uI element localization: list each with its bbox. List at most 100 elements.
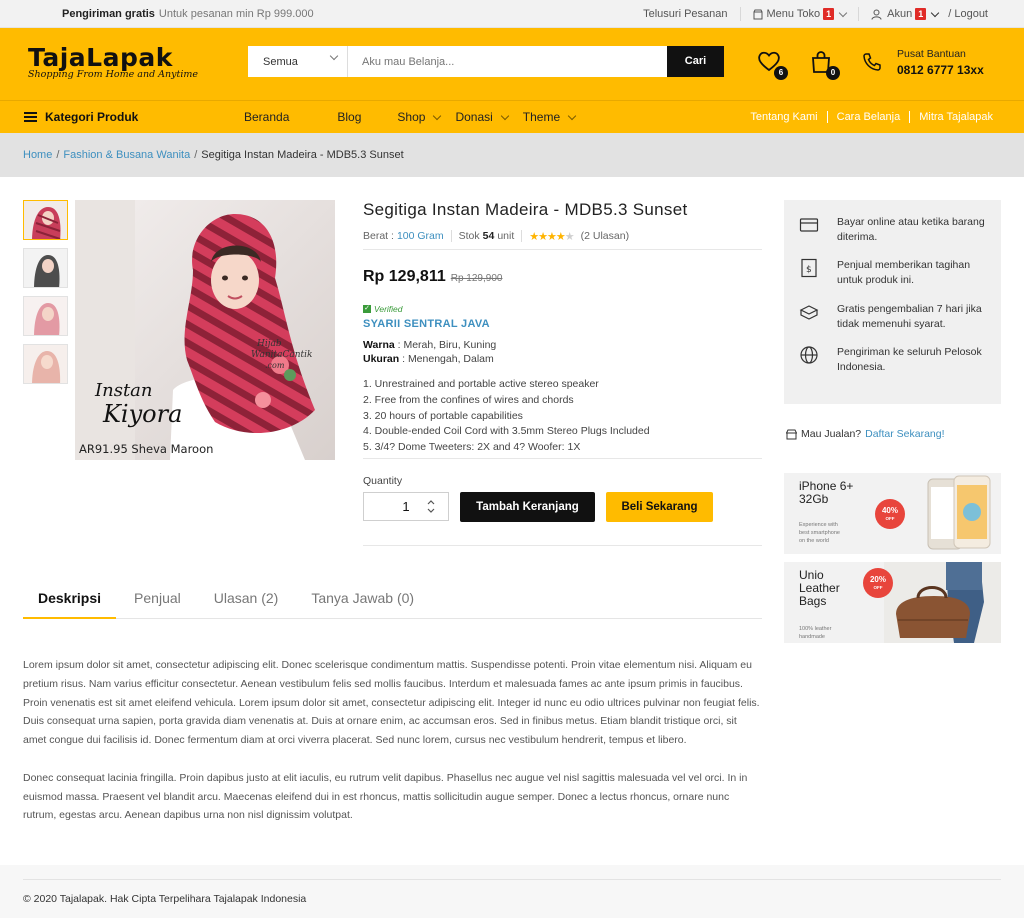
- star-icon: ★: [564, 230, 575, 243]
- nav-menu: Beranda Blog Shop Donasi Theme: [244, 110, 603, 124]
- feature-item: 5. 3/4? Dome Tweeters: 2X and 4? Woofer:…: [363, 441, 581, 454]
- product-thumbnail[interactable]: [23, 248, 68, 288]
- product-meta: Berat : 100 Gram Stok 54 unit ★★★★★ (2 U…: [363, 229, 762, 243]
- seller-name-link[interactable]: SYARII SENTRAL JAVA: [363, 318, 762, 330]
- discount-badge: 40% OFF: [875, 499, 905, 529]
- tab-ulasan[interactable]: Ulasan (2): [199, 580, 294, 619]
- banner-title-line: Bags: [799, 594, 827, 608]
- nav-item-blog[interactable]: Blog: [337, 110, 361, 124]
- breadcrumb-home[interactable]: Home: [23, 149, 52, 161]
- site-logo[interactable]: TajaLapak Shopping From Home and Anytime: [28, 45, 198, 81]
- store-icon: [786, 429, 797, 439]
- info-row-invoice: $ Penjual memberikan tagihan untuk produ…: [799, 258, 997, 287]
- track-order-link[interactable]: Telusuri Pesanan: [631, 7, 741, 21]
- cart-button[interactable]: 0: [809, 50, 840, 80]
- product-thumbnail[interactable]: [23, 344, 68, 384]
- purchase-row: 1 Tambah Keranjang Beli Sekarang: [363, 491, 762, 522]
- account-dropdown[interactable]: Akun 1 / Logout: [859, 7, 1000, 21]
- nav-item-shop[interactable]: Shop: [397, 110, 442, 124]
- register-link[interactable]: Daftar Sekarang!: [865, 428, 944, 440]
- svg-text:$: $: [806, 265, 812, 275]
- discount-off: OFF: [873, 585, 883, 590]
- feature-list: 1. Unrestrained and portable active ster…: [363, 377, 762, 456]
- banner-subtitle: Experience with best smartphone on the wor…: [799, 521, 840, 545]
- product-thumbnail[interactable]: [23, 200, 68, 240]
- link-cara-belanja[interactable]: Cara Belanja: [826, 111, 910, 123]
- stock-label: Stok: [458, 230, 480, 242]
- invoice-icon: $: [801, 258, 817, 278]
- nav-right-links: Tentang Kami Cara Belanja Mitra Tajalapa…: [741, 111, 1002, 123]
- quantity-stepper[interactable]: 1: [363, 492, 449, 522]
- color-value: : Merah, Biru, Kuning: [394, 339, 497, 351]
- search-bar: Semua Cari: [248, 46, 724, 77]
- sell-text: Mau Jualan?: [801, 428, 862, 440]
- support-phone: 0812 6777 13xx: [897, 63, 984, 77]
- watermark-wanita: WanitaCantik: [251, 350, 313, 360]
- search-category-select[interactable]: Semua: [248, 46, 348, 77]
- add-to-cart-button[interactable]: Tambah Keranjang: [460, 491, 595, 522]
- chevron-down-icon: [500, 111, 510, 120]
- tab-deskripsi[interactable]: Deskripsi: [23, 580, 117, 619]
- link-tentang-kami[interactable]: Tentang Kami: [741, 111, 826, 123]
- description-paragraph: Lorem ipsum dolor sit amet, consectetur …: [23, 659, 760, 747]
- support-contact[interactable]: Pusat Bantuan 0812 6777 13xx: [897, 48, 984, 77]
- nav-item-label: Beranda: [244, 110, 290, 124]
- info-row-shipping: Pengiriman ke seluruh Pelosok Indonesia.: [799, 345, 997, 374]
- star-icon: ★: [555, 230, 566, 243]
- discount-off: OFF: [885, 516, 895, 521]
- breadcrumb-current: Segitiga Instan Madeira - MDB5.3 Sunset: [201, 149, 404, 161]
- bag-image: [884, 562, 1001, 643]
- footer: © 2020 Tajalapak. Hak Cipta Terpelihara …: [0, 865, 1024, 918]
- nav-item-donasi[interactable]: Donasi: [455, 110, 510, 124]
- stock-value: 54: [482, 230, 495, 242]
- category-menu-label: Kategori Produk: [45, 110, 139, 124]
- stock-unit: unit: [497, 230, 515, 242]
- weight-value: 100 Gram: [396, 230, 444, 242]
- wishlist-button[interactable]: 6: [757, 50, 788, 80]
- tab-tanya-jawab[interactable]: Tanya Jawab (0): [296, 580, 429, 619]
- store-menu-dropdown[interactable]: Menu Toko 1: [741, 7, 860, 21]
- size-label: Ukuran: [363, 353, 400, 365]
- star-icon: ★: [538, 230, 548, 243]
- current-price: Rp 129,811: [363, 268, 446, 285]
- breadcrumb-bar: Home / Fashion & Busana Wanita / Segitiga In…: [0, 133, 1024, 177]
- product-title: Segitiga Instan Madeira - MDB5.3 Sunset: [363, 200, 688, 219]
- banner-sub-line: Experience with: [799, 522, 838, 528]
- breadcrumb-category[interactable]: Fashion & Busana Wanita: [63, 149, 190, 161]
- search-input[interactable]: [348, 46, 667, 77]
- product-thumbnail[interactable]: [23, 296, 68, 336]
- product-main-image[interactable]: Instan Kiyora Hijab WanitaCantik .com AR…: [75, 200, 335, 460]
- tab-penjual[interactable]: Penjual: [119, 580, 196, 619]
- banner-sub-line: best smartphone: [799, 530, 840, 536]
- store-menu-label: Menu Toko: [766, 8, 821, 20]
- link-mitra[interactable]: Mitra Tajalapak: [909, 111, 1002, 123]
- store-menu-badge: 1: [823, 8, 835, 20]
- nav-item-beranda[interactable]: Beranda: [244, 110, 289, 124]
- support-label: Pusat Bantuan: [897, 48, 966, 60]
- image-text-kiyora: Kiyora: [102, 400, 182, 428]
- description-paragraph: Donec consequat lacinia fringilla. Proin…: [23, 771, 748, 822]
- price-block: Rp 129,811 Rp 129,900: [363, 268, 762, 286]
- buy-now-button[interactable]: Beli Sekarang: [606, 491, 713, 522]
- chevron-down-icon: [838, 8, 848, 17]
- track-order-label: Telusuri Pesanan: [643, 8, 728, 20]
- check-icon: ✓: [363, 305, 371, 313]
- category-menu-button[interactable]: Kategori Produk: [24, 110, 138, 124]
- logout-link[interactable]: / Logout: [948, 8, 988, 20]
- promo-banner-bags[interactable]: Unio Leather Bags 100% leather handmade 20%…: [784, 562, 1001, 643]
- color-attribute: Warna : Merah, Biru, Kuning: [363, 339, 762, 351]
- search-button[interactable]: Cari: [667, 46, 724, 77]
- product-info: Segitiga Instan Madeira - MDB5.3 Sunset …: [363, 200, 762, 546]
- review-count-link[interactable]: (2 Ulasan): [581, 230, 629, 242]
- search-category-value: Semua: [263, 56, 298, 68]
- watermark-hijab: Hijab: [256, 339, 282, 349]
- nav-item-label: Donasi: [455, 110, 493, 124]
- nav-item-theme[interactable]: Theme: [523, 110, 577, 124]
- watermark-com: .com: [265, 361, 285, 370]
- thumbnail-image: [24, 249, 67, 287]
- feature-item: 3. 20 hours of portable capabilities: [363, 409, 523, 422]
- promo-banner-iphone[interactable]: iPhone 6+ 32Gb Experience with best smartp…: [784, 473, 1001, 554]
- info-text: Gratis pengembalian 7 hari jika tidak me…: [837, 303, 982, 330]
- stepper-arrows-icon[interactable]: [427, 499, 435, 514]
- globe-icon: [800, 346, 818, 364]
